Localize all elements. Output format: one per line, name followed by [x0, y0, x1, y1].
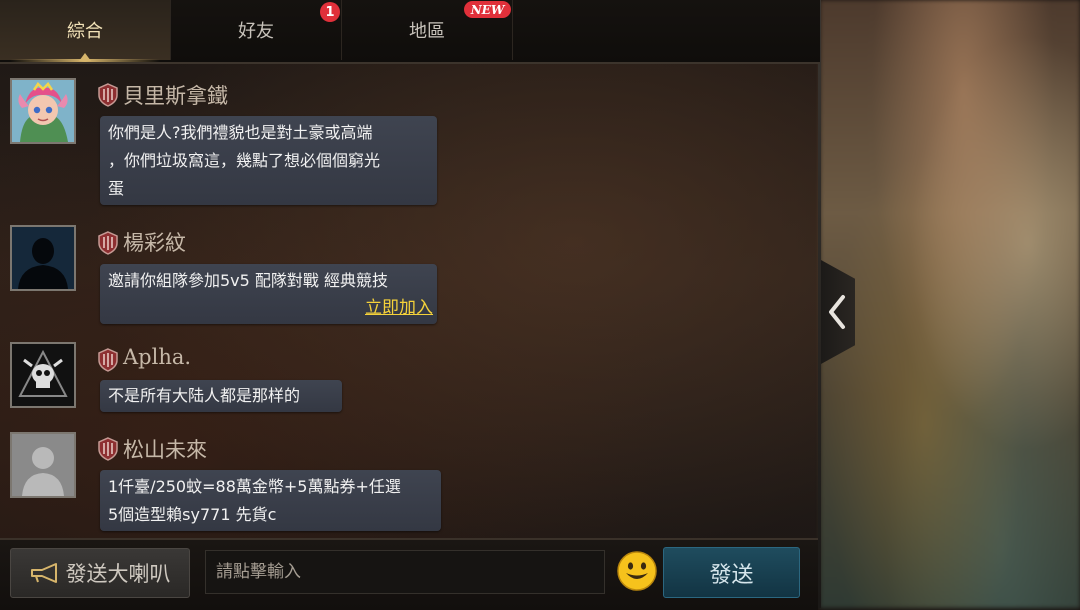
rank-shield-icon — [98, 83, 118, 107]
panel-divider — [818, 0, 821, 608]
chat-message-input[interactable] — [205, 550, 605, 594]
send-broadcast-horn-button[interactable]: 發送大喇叭 — [10, 548, 190, 598]
default-user-icon — [12, 434, 74, 496]
join-team-link[interactable]: 立即加入 — [365, 294, 433, 322]
tab-bar-filler — [513, 0, 819, 60]
message-bubble: 邀請你組隊參加5v5 配隊對戰 經典競技 立即加入 — [100, 264, 437, 324]
message-text-line: 1仟臺/250蚊=88萬金幣+5萬點券+任選 — [108, 477, 401, 496]
username[interactable]: 貝里斯拿鐵 — [123, 80, 228, 110]
tab-label: 好友 — [238, 21, 274, 42]
tab-bar: 綜合 好友 地區 1 NEW — [0, 0, 820, 64]
horn-button-label: 發送大喇叭 — [65, 562, 171, 586]
character-portrait-icon — [12, 80, 74, 142]
message-text-line: 你們是人?我們禮貌也是對土豪或高端 — [108, 123, 373, 142]
emoji-button[interactable] — [616, 550, 658, 592]
send-button[interactable]: 發送 — [663, 547, 800, 598]
tab-general[interactable]: 綜合 — [0, 0, 171, 62]
message-bubble: 你們是人?我們禮貌也是對土豪或高端 ，你們垃圾窩這，幾點了想必個個窮光 蛋 — [100, 116, 437, 205]
avatar-cartoon-character[interactable] — [10, 78, 76, 144]
message-bubble: 1仟臺/250蚊=88萬金幣+5萬點券+任選 5個造型賴sy771 先貨c — [100, 470, 441, 531]
avatar-default[interactable] — [10, 432, 76, 498]
chevron-left-icon — [829, 295, 845, 329]
person-silhouette-icon — [12, 227, 74, 289]
horn-icon — [30, 563, 57, 583]
message-bubble: 不是所有大陆人都是那样的 — [100, 380, 342, 412]
rank-shield-icon — [98, 437, 118, 461]
send-button-label: 發送 — [709, 562, 754, 588]
skull-emblem-icon — [12, 344, 74, 406]
message-text-line: ，你們垃圾窩這，幾點了想必個個窮光 — [108, 151, 381, 170]
tab-friends[interactable]: 好友 — [171, 0, 342, 60]
message-text-line: 5個造型賴sy771 先貨c — [108, 505, 277, 524]
username[interactable]: 松山未來 — [123, 434, 207, 464]
username[interactable]: Aplha. — [123, 345, 191, 369]
game-background-blurred — [820, 0, 1080, 608]
tab-label: 地區 — [409, 21, 445, 42]
rank-shield-icon — [98, 231, 118, 255]
rank-shield-icon — [98, 348, 118, 372]
unread-count-badge: 1 — [320, 2, 340, 22]
avatar-silhouette[interactable] — [10, 225, 76, 291]
smiley-emoji-icon — [617, 551, 657, 591]
message-text-line: 蛋 — [108, 179, 125, 198]
message-text-line: 邀請你組隊參加5v5 配隊對戰 經典競技 — [108, 271, 389, 290]
username[interactable]: 楊彩紋 — [123, 227, 186, 257]
new-badge: NEW — [464, 1, 511, 18]
active-tab-indicator — [79, 53, 91, 61]
message-text-line: 不是所有大陆人都是那样的 — [108, 386, 301, 405]
tab-label: 綜合 — [67, 21, 103, 42]
avatar-skull-emblem[interactable] — [10, 342, 76, 408]
